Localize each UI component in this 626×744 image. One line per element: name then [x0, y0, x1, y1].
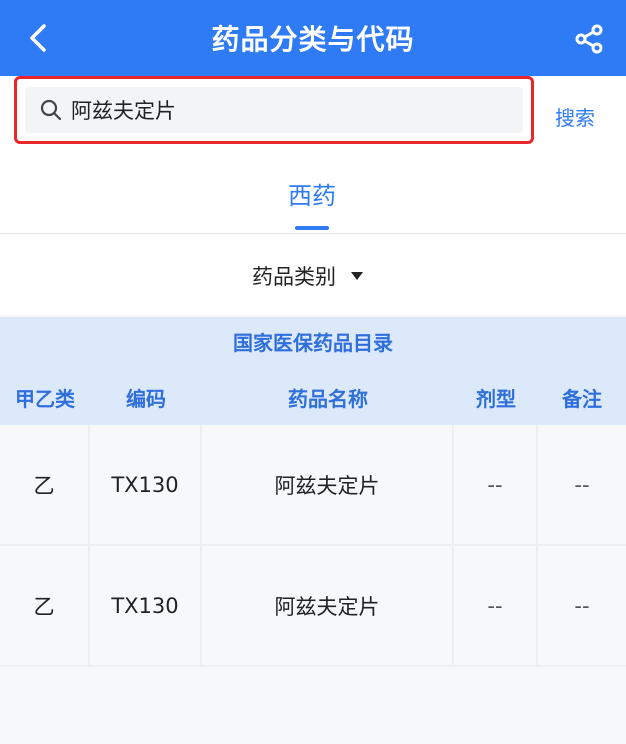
search-highlight-box: 阿兹夫定片: [14, 76, 534, 144]
search-input-value: 阿兹夫定片: [71, 99, 176, 123]
app-screen: 药品分类与代码 阿兹夫定片 搜索 西药 药品类别 国家医保药品目录 甲乙类 编码…: [0, 0, 626, 744]
tab-western-medicine[interactable]: 西药: [270, 176, 354, 211]
tab-bar: 西药: [0, 158, 626, 234]
cell-class: 乙: [0, 546, 90, 665]
share-icon: [575, 24, 603, 54]
caret-down-icon: [350, 271, 364, 281]
cell-drug-name: 阿兹夫定片: [202, 425, 454, 544]
column-header-remarks: 备注: [562, 386, 602, 411]
cell-remarks: --: [538, 425, 626, 544]
cell-dosage-form: --: [454, 425, 538, 544]
cell-class: 乙: [0, 425, 90, 544]
table-row[interactable]: 乙 TX130 阿兹夫定片 -- --: [0, 425, 626, 546]
active-tab-indicator: [295, 226, 329, 230]
category-filter: 药品类别: [0, 235, 626, 315]
page-title: 药品分类与代码: [211, 23, 415, 56]
search-icon: [39, 98, 63, 122]
empty-area: [0, 667, 626, 744]
table-row[interactable]: 乙 TX130 阿兹夫定片 -- --: [0, 546, 626, 667]
cell-code: TX130: [90, 546, 202, 665]
search-button[interactable]: 搜索: [555, 102, 595, 131]
table-header: 甲乙类 编码 药品名称 剂型 备注: [0, 369, 626, 425]
column-header-code: 编码: [126, 386, 166, 411]
top-bar: 药品分类与代码: [0, 0, 626, 76]
share-button[interactable]: [572, 22, 606, 56]
category-dropdown[interactable]: 药品类别: [252, 259, 364, 293]
search-input[interactable]: 阿兹夫定片: [25, 87, 523, 133]
table-title: 国家医保药品目录: [0, 317, 626, 369]
chevron-left-icon: [30, 24, 46, 52]
column-header-drug-name: 药品名称: [288, 386, 368, 411]
cell-dosage-form: --: [454, 546, 538, 665]
back-button[interactable]: [20, 20, 56, 56]
cell-code: TX130: [90, 425, 202, 544]
table-body: 乙 TX130 阿兹夫定片 -- -- 乙 TX130 阿兹夫定片 -- --: [0, 425, 626, 667]
search-bar: 阿兹夫定片 搜索: [0, 76, 626, 158]
cell-remarks: --: [538, 546, 626, 665]
category-dropdown-label: 药品类别: [252, 265, 336, 289]
drug-table: 国家医保药品目录 甲乙类 编码 药品名称 剂型 备注 乙 TX130 阿兹夫定片…: [0, 317, 626, 744]
column-header-dosage-form: 剂型: [476, 386, 516, 411]
column-header-class: 甲乙类: [15, 386, 75, 411]
cell-drug-name: 阿兹夫定片: [202, 546, 454, 665]
